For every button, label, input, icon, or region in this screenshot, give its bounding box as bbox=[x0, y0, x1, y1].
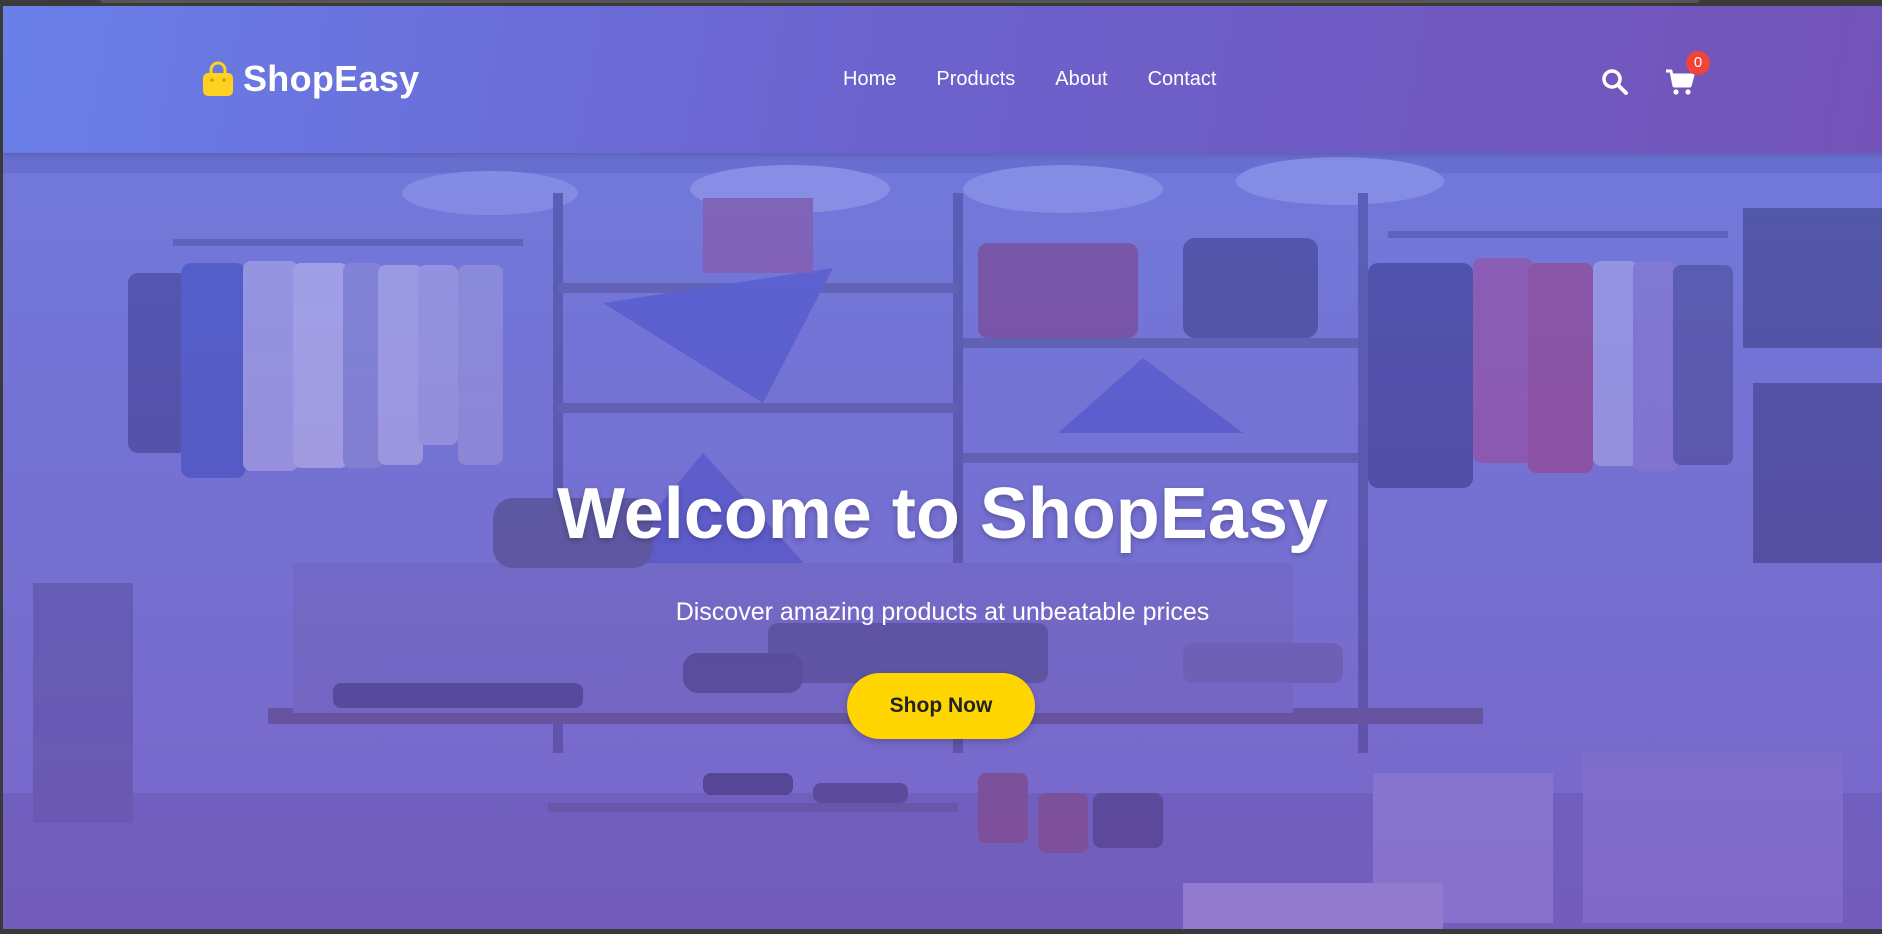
shopping-bag-icon bbox=[203, 61, 233, 96]
page-frame: ShopEasy Home Products About Contact 0 W… bbox=[3, 6, 1882, 929]
nav-link-about[interactable]: About bbox=[1055, 68, 1107, 91]
brand-name: ShopEasy bbox=[243, 58, 420, 99]
nav-link-home[interactable]: Home bbox=[843, 68, 896, 91]
brand-logo[interactable]: ShopEasy bbox=[201, 58, 419, 100]
shop-now-button[interactable]: Shop Now bbox=[847, 673, 1035, 739]
cart-count-badge: 0 bbox=[1686, 51, 1710, 75]
hero-section: Welcome to ShopEasy Discover amazing pro… bbox=[3, 153, 1882, 929]
main-menu: Home Products About Contact bbox=[843, 68, 1217, 91]
hero-title: Welcome to ShopEasy bbox=[557, 474, 1328, 554]
hero-subtitle: Discover amazing products at unbeatable … bbox=[675, 598, 1210, 626]
nav-link-contact[interactable]: Contact bbox=[1148, 68, 1217, 91]
search-icon[interactable] bbox=[1601, 68, 1629, 96]
navbar: ShopEasy Home Products About Contact 0 bbox=[3, 6, 1882, 153]
nav-link-products[interactable]: Products bbox=[936, 68, 1015, 91]
